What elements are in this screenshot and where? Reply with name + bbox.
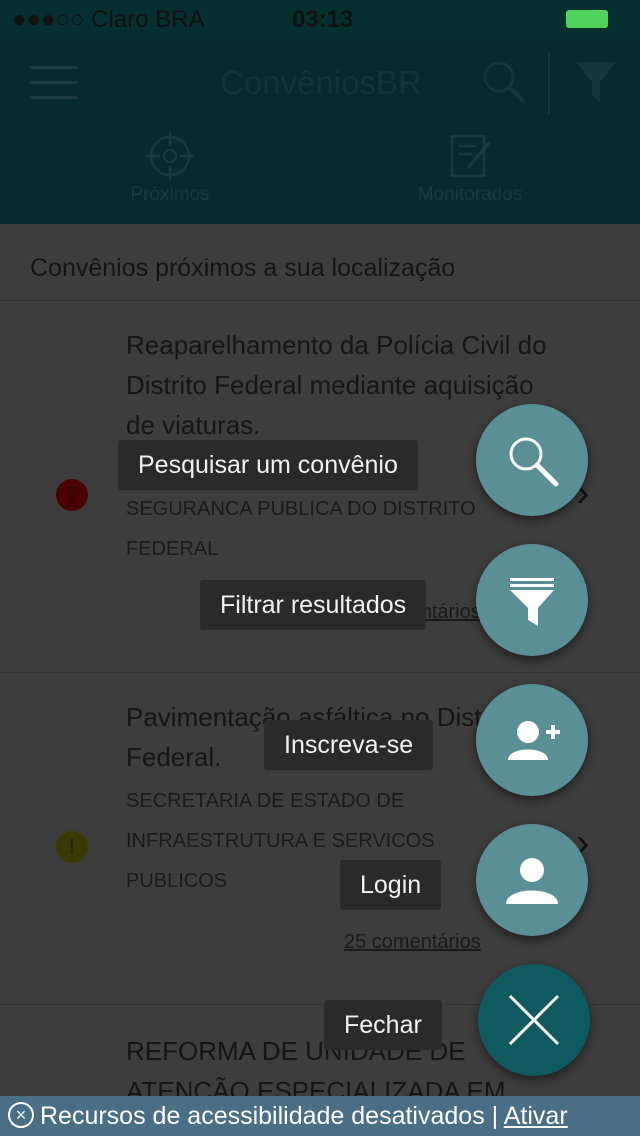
close-label[interactable]: Fechar bbox=[324, 1000, 442, 1050]
activate-link[interactable]: Ativar bbox=[504, 1102, 568, 1130]
login-fab-button[interactable] bbox=[476, 824, 588, 936]
add-user-icon bbox=[508, 721, 560, 760]
fab-menu-overlay: Pesquisar um convênio Filtrar resultados… bbox=[0, 0, 640, 1096]
close-icon[interactable]: × bbox=[8, 1102, 34, 1129]
accessibility-banner: × Recursos de acessibilidade desativados … bbox=[0, 1096, 640, 1136]
filter-fab-button[interactable] bbox=[476, 544, 588, 656]
login-label[interactable]: Login bbox=[340, 860, 442, 910]
signup-label[interactable]: Inscreva-se bbox=[264, 720, 434, 770]
filter-label[interactable]: Filtrar resultados bbox=[200, 580, 427, 630]
search-fab-button[interactable] bbox=[476, 404, 588, 516]
search-label[interactable]: Pesquisar um convênio bbox=[118, 440, 418, 490]
close-fab-button[interactable] bbox=[478, 964, 590, 1076]
user-icon bbox=[506, 858, 558, 904]
accessibility-text: Recursos de acessibilidade desativados | bbox=[40, 1102, 499, 1130]
close-icon bbox=[508, 994, 560, 1046]
signup-fab-button[interactable] bbox=[476, 684, 588, 796]
filter-icon bbox=[510, 578, 554, 626]
search-icon bbox=[509, 437, 559, 487]
